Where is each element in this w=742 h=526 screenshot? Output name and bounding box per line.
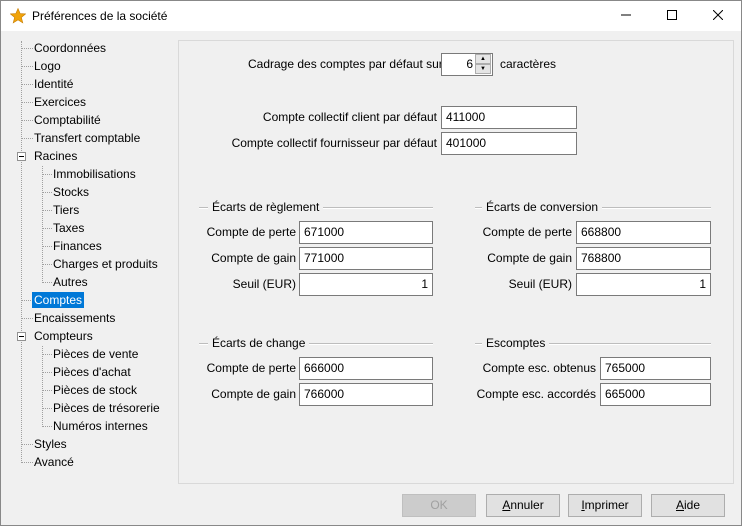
conversion-gain-field[interactable]: 768800 [576, 247, 711, 270]
tree-item-pieces-achat[interactable]: Pièces d'achat [51, 364, 133, 380]
imprimer-label: mprimer [584, 498, 629, 512]
tree-item-exercices[interactable]: Exercices [32, 94, 88, 110]
change-perte-field[interactable]: 666000 [299, 357, 433, 380]
reglement-perte-label: Compte de perte [206, 225, 296, 239]
aide-label: ide [684, 498, 701, 512]
tree-item-identite[interactable]: Identité [32, 76, 75, 92]
ok-button[interactable]: OK [402, 494, 476, 517]
title-bar: Préférences de la société [1, 1, 741, 31]
tree-item-styles[interactable]: Styles [32, 436, 69, 452]
tree-connector [42, 346, 43, 427]
change-gain-field[interactable]: 766000 [299, 383, 433, 406]
minimize-icon [621, 14, 631, 16]
tree-item-racines[interactable]: Racines [32, 148, 79, 164]
annuler-label: nnuler [510, 498, 544, 512]
tree-item-transfert-comptable[interactable]: Transfert comptable [32, 130, 142, 146]
tree-item-compteurs[interactable]: Compteurs [32, 328, 95, 344]
tree-item-finances[interactable]: Finances [51, 238, 104, 254]
tree-item-numeros-internes[interactable]: Numéros internes [51, 418, 150, 434]
star-icon [10, 8, 26, 24]
cadrage-label: Cadrage des comptes par défaut sur [248, 57, 443, 71]
tree-item-logo[interactable]: Logo [32, 58, 63, 74]
tree-item-taxes[interactable]: Taxes [51, 220, 86, 236]
tree-item-tiers[interactable]: Tiers [51, 202, 81, 218]
window-title: Préférences de la société [32, 9, 168, 23]
esc-accordes-label: Compte esc. accordés [476, 387, 596, 401]
ecarts-reglement-title: Écarts de règlement [208, 199, 324, 215]
conversion-seuil-field[interactable]: 1 [576, 273, 711, 296]
reglement-perte-field[interactable]: 671000 [299, 221, 433, 244]
collapse-compteurs-icon[interactable] [17, 332, 26, 341]
tree-item-pieces-vente[interactable]: Pièces de vente [51, 346, 140, 362]
esc-accordes-field[interactable]: 665000 [600, 383, 711, 406]
tree-connector [42, 166, 43, 283]
compte-client-label: Compte collectif client par défaut [262, 110, 437, 124]
cadrage-spinner[interactable]: 6 ▲ ▼ [441, 53, 493, 76]
tree-connector [21, 41, 22, 463]
cadrage-value[interactable]: 6 [444, 54, 473, 75]
reglement-seuil-field[interactable]: 1 [299, 273, 433, 296]
tree-item-comptes[interactable]: Comptes [32, 292, 85, 308]
maximize-icon [667, 10, 677, 20]
comptes-panel: Cadrage des comptes par défaut sur 6 ▲ ▼… [178, 40, 734, 484]
conversion-gain-label: Compte de gain [487, 251, 572, 265]
conversion-perte-field[interactable]: 668800 [576, 221, 711, 244]
tree-item-immobilisations[interactable]: Immobilisations [51, 166, 138, 182]
escomptes-title: Escomptes [482, 335, 550, 351]
minimize-button[interactable] [603, 1, 649, 31]
tree-item-coordonnees[interactable]: Coordonnées [32, 40, 108, 56]
aide-button[interactable]: Aide [651, 494, 725, 517]
esc-obtenus-label: Compte esc. obtenus [482, 361, 596, 375]
compte-client-field[interactable]: 411000 [441, 106, 577, 129]
spin-down-icon[interactable]: ▼ [475, 64, 491, 74]
maximize-button[interactable] [649, 1, 695, 31]
cadrage-suffix: caractères [500, 57, 557, 71]
ecarts-change-title: Écarts de change [208, 335, 310, 351]
compte-fournisseur-field[interactable]: 401000 [441, 132, 577, 155]
tree-item-comptabilite[interactable]: Comptabilité [32, 112, 103, 128]
aide-accesskey: A [675, 498, 684, 512]
tree-item-pieces-tresorerie[interactable]: Pièces de trésorerie [51, 400, 162, 416]
change-perte-label: Compte de perte [206, 361, 296, 375]
reglement-seuil-label: Seuil (EUR) [232, 277, 296, 291]
ecarts-conversion-title: Écarts de conversion [482, 199, 603, 215]
close-icon [712, 9, 724, 21]
tree-item-pieces-stock[interactable]: Pièces de stock [51, 382, 139, 398]
annuler-button[interactable]: Annuler [486, 494, 560, 517]
close-button[interactable] [695, 1, 741, 31]
tree-item-encaissements[interactable]: Encaissements [32, 310, 117, 326]
spin-up-icon[interactable]: ▲ [475, 54, 491, 64]
collapse-racines-icon[interactable] [17, 152, 26, 161]
tree-item-avance[interactable]: Avancé [32, 454, 76, 470]
compte-fournisseur-label: Compte collectif fournisseur par défaut [231, 136, 437, 150]
tree-item-autres[interactable]: Autres [51, 274, 90, 290]
tree-item-charges-produits[interactable]: Charges et produits [51, 256, 160, 272]
imprimer-button[interactable]: Imprimer [568, 494, 642, 517]
reglement-gain-label: Compte de gain [211, 251, 296, 265]
conversion-perte-label: Compte de perte [482, 225, 572, 239]
settings-tree: Coordonnées Logo Identité Exercices Comp… [9, 39, 177, 485]
esc-obtenus-field[interactable]: 765000 [600, 357, 711, 380]
reglement-gain-field[interactable]: 771000 [299, 247, 433, 270]
conversion-seuil-label: Seuil (EUR) [508, 277, 572, 291]
change-gain-label: Compte de gain [211, 387, 296, 401]
preferences-window: Préférences de la société Coordonnées Lo… [0, 0, 742, 526]
tree-item-stocks[interactable]: Stocks [51, 184, 91, 200]
